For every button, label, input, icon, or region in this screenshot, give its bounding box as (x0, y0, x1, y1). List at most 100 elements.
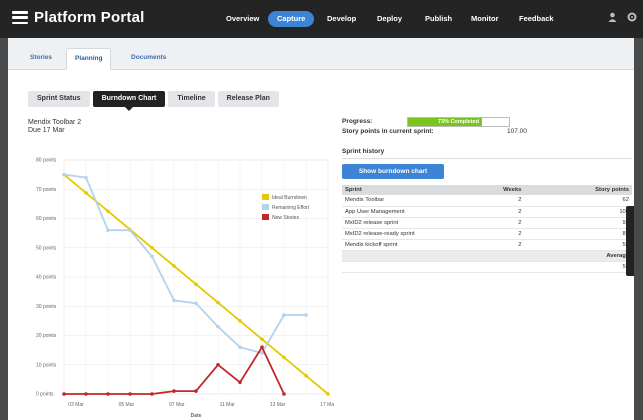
nav-develop[interactable]: Develop (321, 11, 362, 27)
divider (342, 158, 632, 159)
x-tick-label: 11 Mar (220, 402, 236, 408)
x-tick-label: 03 Mar (68, 402, 84, 408)
nav-deploy[interactable]: Deploy (371, 11, 408, 27)
nav-feedback[interactable]: Feedback (513, 11, 560, 27)
sprint-name-cell: Mendix kickoff sprint (342, 239, 461, 251)
story-points-value: 107.00 (507, 128, 527, 135)
new-stories-point (260, 345, 264, 349)
sprint-name-cell: MxID2 release sprint (342, 217, 461, 229)
nav-monitor[interactable]: Monitor (465, 11, 505, 27)
sprint-history-title: Sprint history (342, 148, 385, 155)
x-tick-label: 07 Mar (169, 402, 185, 408)
remaining-effort-point (304, 313, 308, 317)
ideal-burndown-point (106, 209, 110, 213)
new-stories-point (62, 392, 66, 396)
top-navigation-bar: Platform Portal Overview Capture Develop… (0, 0, 643, 38)
remaining-effort-point (216, 324, 220, 329)
weeks-cell: 2 (460, 217, 570, 229)
ideal-burndown-point (150, 245, 154, 250)
remaining-effort-point (84, 175, 88, 180)
average-label: Average (342, 250, 632, 262)
tab-release-plan[interactable]: Release Plan (217, 91, 279, 107)
sprint-name: Mendix Toolbar 2 (28, 119, 82, 126)
y-tick-label: 60 points (36, 216, 57, 222)
side-scroll-handle[interactable] (626, 206, 634, 276)
column-weeks[interactable]: Weeks (460, 185, 570, 195)
page-content: Stories Planning Documents Sprint Status… (8, 38, 634, 420)
remaining-effort-point (172, 298, 176, 303)
x-tick-label: 05 Mar (119, 402, 135, 408)
column-story-points[interactable]: Story points (569, 185, 632, 195)
remaining-effort-line (63, 173, 306, 354)
sprint-name-cell: Mendix Toolbar (342, 195, 461, 207)
show-burndown-chart-button[interactable]: Show burndown chart (342, 164, 444, 179)
sprint-name-cell: MxID2 release-ready sprint (342, 228, 461, 240)
remaining-effort-point (106, 228, 110, 232)
tab-burndown-chart[interactable]: Burndown Chart (92, 91, 166, 111)
weeks-cell: 2 (460, 228, 570, 240)
average-header-row: Average (342, 250, 632, 262)
brand[interactable]: Platform Portal (12, 9, 145, 26)
nav-publish[interactable]: Publish (419, 11, 458, 27)
table-row[interactable]: Mendix kickoff sprint 2 53 (342, 239, 632, 251)
y-tick-label: 80 points (36, 158, 57, 164)
nav-overview[interactable]: Overview (220, 11, 265, 27)
app-title: Platform Portal (34, 9, 145, 26)
sprint-history-table: Sprint Weeks Story points Mendix Toolbar… (342, 185, 632, 273)
table-header: Sprint Weeks Story points (342, 185, 632, 195)
new-stories-point (282, 392, 286, 396)
table-row[interactable]: MxID2 release sprint 2 91 (342, 217, 632, 229)
points-cell: 87 (569, 228, 632, 240)
ideal-burndown-point (238, 319, 242, 323)
legend-swatch (262, 194, 269, 200)
progress-text: 73% Completed (438, 119, 479, 125)
tab-planning[interactable]: Planning (66, 48, 112, 70)
view-tabs: Sprint Status Burndown Chart Timeline Re… (28, 91, 282, 111)
tab-timeline[interactable]: Timeline (168, 91, 215, 107)
new-stories-point (172, 389, 176, 393)
legend-swatch (262, 204, 269, 210)
x-tick-label: 13 Mar (270, 402, 286, 408)
new-stories-point (216, 362, 220, 367)
table-row[interactable]: MxID2 release-ready sprint 2 87 (342, 228, 632, 240)
ideal-burndown-point (84, 191, 88, 195)
y-tick-label: 20 points (36, 333, 57, 339)
hamburger-icon[interactable] (12, 11, 28, 24)
tab-documents[interactable]: Documents (123, 48, 174, 70)
x-axis-label: Date (191, 413, 202, 419)
legend-label: New Stories (272, 215, 299, 221)
weeks-cell: 2 (460, 195, 570, 207)
new-stories-point (84, 392, 88, 396)
sub-navigation: Stories Planning Documents (8, 38, 634, 70)
weeks-cell: 2 (460, 239, 570, 251)
y-tick-label: 70 points (36, 187, 57, 193)
sprint-name-cell: App User Management (342, 206, 461, 218)
ideal-burndown-point (282, 355, 286, 360)
ideal-burndown-point (172, 264, 176, 268)
remaining-effort-point (194, 301, 198, 306)
column-sprint[interactable]: Sprint (342, 185, 461, 195)
tab-sprint-status[interactable]: Sprint Status (28, 91, 90, 107)
legend-label: Remaining Effort (272, 205, 310, 211)
points-cell: 101 (569, 206, 632, 218)
progress-label: Progress: (342, 118, 373, 125)
gear-icon[interactable] (627, 12, 637, 25)
points-cell: 62 (569, 195, 632, 207)
table-row[interactable]: App User Management 2 101 (342, 206, 632, 218)
remaining-effort-point (128, 228, 132, 232)
ideal-burndown-point (260, 337, 264, 341)
table-row[interactable]: Mendix Toolbar 2 62 (342, 195, 632, 207)
new-stories-point (128, 392, 132, 396)
remaining-effort-point (282, 313, 286, 317)
nav-capture[interactable]: Capture (268, 11, 315, 27)
tab-stories[interactable]: Stories (22, 48, 60, 70)
remaining-effort-point (238, 345, 242, 349)
new-stories-point (150, 392, 154, 396)
progress-bar: 73% Completed (407, 117, 510, 127)
y-tick-label: 50 points (36, 245, 57, 251)
user-icon[interactable] (608, 12, 617, 25)
legend-swatch (262, 214, 269, 220)
new-stories-point (194, 389, 198, 393)
y-tick-label: 30 points (36, 304, 57, 310)
legend-label: Ideal Burndown (272, 195, 307, 201)
